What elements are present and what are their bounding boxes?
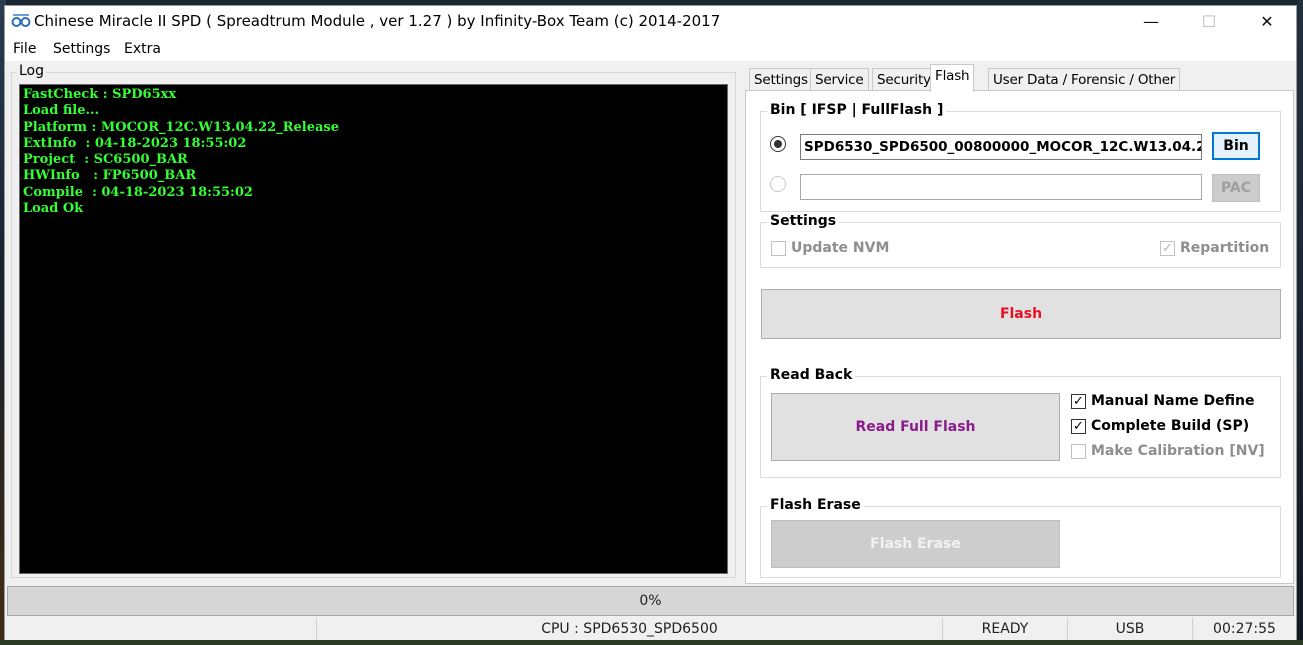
log-line: Compile : 04-18-2023 18:55:02 [23, 184, 253, 200]
app-window: Chinese Miracle II SPD ( Spreadtrum Modu… [4, 5, 1297, 640]
status-port: USB [1067, 618, 1192, 640]
repartition-checkbox[interactable]: ✓ [1160, 241, 1175, 256]
pac-button[interactable]: PAC [1212, 174, 1260, 202]
manual-name-define-label: Manual Name Define [1091, 393, 1255, 409]
log-line: Load Ok [23, 201, 84, 217]
status-state: READY [942, 618, 1067, 640]
complete-build-checkbox[interactable]: ✓ [1071, 419, 1086, 434]
update-nvm-checkbox[interactable] [771, 241, 786, 256]
tab-flash[interactable]: Flash [930, 64, 975, 92]
flash-erase-group-label: Flash Erase [767, 497, 864, 513]
make-calibration-checkbox[interactable] [1071, 444, 1086, 459]
log-line: FastCheck : SPD65xx [23, 87, 177, 102]
read-full-flash-button[interactable]: Read Full Flash [771, 393, 1060, 461]
menu-file[interactable]: File [13, 41, 36, 57]
pac-file-field[interactable] [800, 174, 1202, 200]
bin-button[interactable]: Bin [1212, 132, 1260, 160]
desktop-background-bottom [0, 640, 1303, 645]
infinity-logo-icon [11, 14, 31, 27]
log-output[interactable]: FastCheck : SPD65xx Load file... Platfor… [19, 84, 728, 574]
repartition-label: Repartition [1180, 240, 1270, 256]
maximize-button[interactable]: ☐ [1180, 6, 1238, 37]
log-line: Project : SC6500_BAR [23, 152, 188, 168]
menu-settings[interactable]: Settings [53, 41, 110, 57]
title-bar[interactable]: Chinese Miracle II SPD ( Spreadtrum Modu… [5, 6, 1296, 37]
progress-text: 0% [639, 593, 662, 609]
log-label: Log [17, 63, 47, 79]
menu-bar: File Settings Extra [5, 37, 1296, 61]
bin-radio[interactable] [770, 136, 786, 152]
update-nvm-label: Update NVM [791, 240, 890, 256]
manual-name-define-checkbox[interactable]: ✓ [1071, 394, 1086, 409]
flash-button[interactable]: Flash [761, 289, 1281, 339]
pac-radio[interactable] [770, 176, 786, 192]
bin-group-label: Bin [ IFSP | FullFlash ] [767, 102, 947, 118]
tab-security[interactable]: Security [872, 68, 936, 91]
flash-erase-button[interactable]: Flash Erase [771, 520, 1060, 568]
log-line: HWInfo : FP6500_BAR [23, 168, 197, 184]
desktop-background-right [1297, 0, 1303, 645]
log-line: Load file... [23, 103, 100, 119]
window-title: Chinese Miracle II SPD ( Spreadtrum Modu… [34, 12, 721, 30]
settings-group-label: Settings [767, 213, 840, 229]
log-line: ExtInfo : 04-18-2023 18:55:02 [23, 135, 247, 151]
radio-selected-dot [774, 140, 782, 148]
minimize-button[interactable]: — [1122, 6, 1180, 37]
progress-bar: 0% [7, 586, 1294, 616]
bin-file-field[interactable]: SPD6530_SPD6500_00800000_MOCOR_12C.W13.0… [800, 134, 1202, 160]
flash-tab-panel: Bin [ IFSP | FullFlash ] SPD6530_SPD6500… [745, 90, 1294, 584]
close-button[interactable]: ✕ [1238, 6, 1296, 37]
complete-build-label: Complete Build (SP) [1091, 418, 1250, 434]
tab-user-data-forensic-other[interactable]: User Data / Forensic / Other [988, 68, 1181, 91]
make-calibration-label: Make Calibration [NV] [1091, 443, 1265, 459]
menu-extra[interactable]: Extra [124, 41, 161, 57]
status-cell-empty [5, 618, 316, 640]
tab-settings[interactable]: Settings [749, 68, 813, 91]
status-time: 00:27:55 [1192, 618, 1296, 640]
status-cpu: CPU : SPD6530_SPD6500 [316, 618, 942, 640]
log-line: Platform : MOCOR_12C.W13.04.22_Release [23, 119, 340, 135]
tab-service[interactable]: Service [810, 68, 869, 91]
read-back-group-label: Read Back [767, 367, 856, 383]
